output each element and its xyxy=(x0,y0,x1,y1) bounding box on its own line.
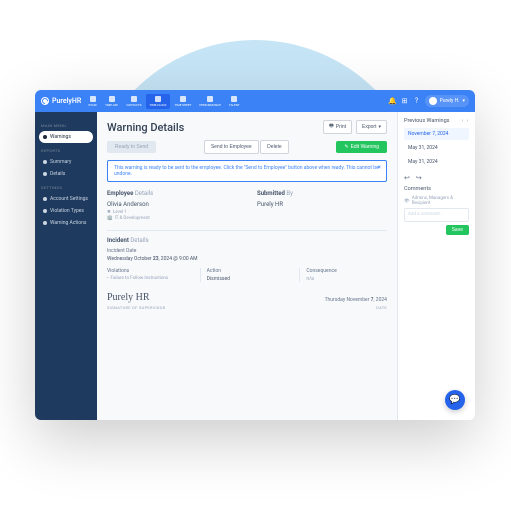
sidebar-section: MAIN MENU xyxy=(41,123,93,128)
employee-name: Olivia Anderson xyxy=(107,201,237,208)
topnav-talent[interactable]: TALENT xyxy=(226,94,243,109)
signature-date: Thursday November 7, 2024 xyxy=(325,297,387,303)
main-content: Warning Details 🖶 Print Export ▾ Ready t… xyxy=(97,112,397,420)
sidebar-item-summary[interactable]: Summary xyxy=(39,156,93,168)
export-button[interactable]: Export ▾ xyxy=(356,120,387,134)
forward-icon[interactable]: ↪ xyxy=(416,174,422,182)
nav-arrows[interactable]: ‹ › xyxy=(462,118,469,124)
close-icon[interactable]: × xyxy=(378,164,381,171)
signature: Purely HR xyxy=(107,292,165,303)
brand: PurelyHR xyxy=(41,97,81,105)
topnav-contacts[interactable]: CONTACTS xyxy=(123,94,144,109)
prev-warning-item[interactable]: May 31, 2024 xyxy=(404,156,469,168)
right-panel: Previous Warnings ‹ › November 7, 2024 Ma… xyxy=(397,112,475,420)
topnav-staff[interactable]: STAFF xyxy=(85,94,100,109)
brand-icon xyxy=(41,97,49,105)
employee-dept: 🏢 IT & Development xyxy=(107,216,237,221)
comments-title: Comments xyxy=(404,186,469,192)
prev-warning-item[interactable]: May 31, 2024 xyxy=(404,142,469,154)
app-window: PurelyHR STAFFTIME-OFFCONTACTSTIME-CLOCK… xyxy=(35,90,475,420)
reply-icon[interactable]: ↩ xyxy=(404,174,410,182)
avatar xyxy=(429,97,437,105)
comment-input[interactable]: Add a comment... xyxy=(404,208,469,222)
user-name: Purely H. xyxy=(440,98,460,104)
prev-warnings-title: Previous Warnings xyxy=(404,118,450,124)
incident-date-label: Incident Date xyxy=(107,248,387,254)
edit-button[interactable]: ✎ Edit Warning xyxy=(336,141,387,153)
save-button[interactable]: Save xyxy=(446,225,469,235)
send-button[interactable]: Send to Employee xyxy=(204,140,259,154)
user-chip[interactable]: Purely H. ▾ xyxy=(425,95,469,107)
sidebar-section: SETTINGS xyxy=(41,185,93,190)
action-label: Action xyxy=(207,268,288,274)
info-alert: This warning is ready to be sent to the … xyxy=(107,160,387,182)
help-fab[interactable]: 💬 xyxy=(445,390,465,410)
incident-date: Wednesday October 23, 2024 @ 9:00 AM xyxy=(107,256,387,262)
submitted-section-title: Submitted By xyxy=(257,190,387,197)
bell-icon[interactable]: 🔔 xyxy=(389,97,397,105)
topnav-performance[interactable]: PERFORMANCE xyxy=(196,94,223,109)
alert-text: This warning is ready to be sent to the … xyxy=(114,165,379,177)
signature-label: SIGNATURE OF SUPERVISOR xyxy=(107,305,165,310)
sidebar-item-details[interactable]: Details xyxy=(39,168,93,180)
print-button[interactable]: 🖶 Print xyxy=(323,120,352,134)
topnav-time-clock[interactable]: TIME-CLOCK xyxy=(146,94,169,109)
comments-visibility: 👁 Admins, Managers & Recipient xyxy=(404,196,469,206)
topnav-time-off[interactable]: TIME-OFF xyxy=(102,94,121,109)
topbar: PurelyHR STAFFTIME-OFFCONTACTSTIME-CLOCK… xyxy=(35,90,475,112)
brand-text: PurelyHR xyxy=(52,97,81,105)
page-title: Warning Details xyxy=(107,121,184,134)
signature-date-label: DATE xyxy=(325,305,387,310)
grid-icon[interactable]: ⊞ xyxy=(401,97,409,105)
employee-level: ✖ Level 1 xyxy=(107,210,237,215)
sidebar-section: REPORTS xyxy=(41,148,93,153)
consequence-label: Consequence xyxy=(306,268,387,274)
violation-item: • Failure to Follow Instructions xyxy=(107,276,188,281)
ready-button: Ready to Send xyxy=(107,141,156,153)
employee-section-title: Employee Details xyxy=(107,190,237,197)
help-icon[interactable]: ? xyxy=(413,97,421,105)
consequence-value: n/a xyxy=(306,276,387,282)
sidebar-item-warnings[interactable]: Warnings xyxy=(39,131,93,143)
action-value: Dismissed xyxy=(207,276,288,282)
prev-warning-item[interactable]: November 7, 2024 xyxy=(404,128,469,140)
topnav-time-sheet[interactable]: TIME SHEET xyxy=(172,94,195,109)
sidebar-item-violation-types[interactable]: Violation Types xyxy=(39,205,93,217)
sidebar: MAIN MENU Warnings REPORTS SummaryDetails SE… xyxy=(35,112,97,420)
submitted-by: Purely HR xyxy=(257,201,387,208)
sidebar-item-warning-actions[interactable]: Warning Actions xyxy=(39,217,93,229)
delete-button[interactable]: Delete xyxy=(260,140,288,154)
chevron-down-icon: ▾ xyxy=(462,98,465,104)
incident-section-title: Incident Details xyxy=(107,237,387,244)
sidebar-item-account-settings[interactable]: Account Settings xyxy=(39,193,93,205)
violations-label: Violations xyxy=(107,268,188,274)
top-nav: STAFFTIME-OFFCONTACTSTIME-CLOCKTIME SHEE… xyxy=(85,94,242,109)
topbar-right: 🔔 ⊞ ? Purely H. ▾ xyxy=(389,95,469,107)
